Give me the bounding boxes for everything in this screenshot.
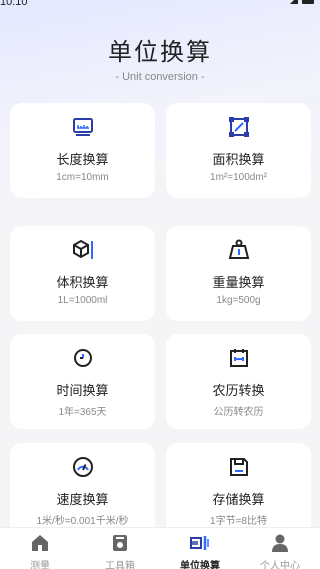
card-title: 农历转换	[212, 384, 265, 399]
home-icon	[30, 533, 50, 553]
signal-battery-icon	[288, 0, 318, 8]
card-length[interactable]: 长度换算 1cm=10mm	[10, 103, 155, 198]
toolbox-icon	[110, 533, 130, 553]
card-lunar[interactable]: 农历转换 公历转农历	[166, 334, 311, 429]
card-description: 1字节=8比特	[210, 516, 267, 527]
speedometer-icon	[71, 455, 95, 479]
card-description: 1cm=10mm	[56, 172, 109, 183]
tab-label: 个人中心	[260, 561, 300, 569]
tab-label: 工具箱	[105, 561, 135, 569]
tab-toolbox[interactable]: 工具箱	[80, 528, 160, 569]
area-square-icon	[227, 115, 251, 139]
card-time[interactable]: 时间换算 1年=365天	[10, 334, 155, 429]
card-title: 重量换算	[212, 276, 265, 291]
page-title: 单位换算	[108, 38, 212, 66]
cube-icon	[71, 238, 95, 262]
card-volume[interactable]: 体积换算 1L=1000ml	[10, 226, 155, 321]
user-icon	[270, 533, 290, 553]
card-title: 速度换算	[56, 493, 109, 508]
tab-label: 单位换算	[180, 561, 220, 569]
card-description: 1m²=100dm²	[210, 172, 267, 183]
card-description: 1米/秒=0.001千米/秒	[36, 516, 129, 527]
card-description: 公历转农历	[213, 407, 264, 418]
status-bar: 10:10	[0, 0, 320, 10]
tab-label: 测量	[30, 561, 50, 569]
page-header: 单位换算 - Unit conversion -	[0, 32, 320, 83]
status-time: 10:10	[0, 0, 28, 8]
ruler-monitor-icon	[71, 115, 95, 139]
weight-icon	[227, 238, 251, 262]
floppy-disk-icon	[227, 455, 251, 479]
bottom-tab-bar: 测量 工具箱 单位换算 个人中心	[0, 527, 320, 569]
card-title: 时间换算	[56, 384, 109, 399]
card-title: 面积换算	[212, 153, 265, 168]
card-area[interactable]: 面积换算 1m²=100dm²	[166, 103, 311, 198]
tab-measure[interactable]: 测量	[0, 528, 80, 569]
card-speed[interactable]: 速度换算 1米/秒=0.001千米/秒	[10, 443, 155, 538]
unit-convert-icon	[190, 533, 210, 553]
card-description: 1年=365天	[58, 407, 107, 418]
card-title: 长度换算	[56, 153, 109, 168]
clock-icon	[71, 346, 95, 370]
page-subtitle: - Unit conversion -	[115, 71, 205, 83]
card-weight[interactable]: 重量换算 1kg=500g	[166, 226, 311, 321]
tab-profile[interactable]: 个人中心	[240, 528, 320, 569]
card-title: 存储换算	[212, 493, 265, 508]
tab-unit-conversion[interactable]: 单位换算	[160, 528, 240, 569]
card-title: 体积换算	[56, 276, 109, 291]
card-description: 1L=1000ml	[57, 295, 108, 306]
card-description: 1kg=500g	[216, 295, 261, 306]
card-storage[interactable]: 存储换算 1字节=8比特	[166, 443, 311, 538]
calendar-icon	[227, 346, 251, 370]
